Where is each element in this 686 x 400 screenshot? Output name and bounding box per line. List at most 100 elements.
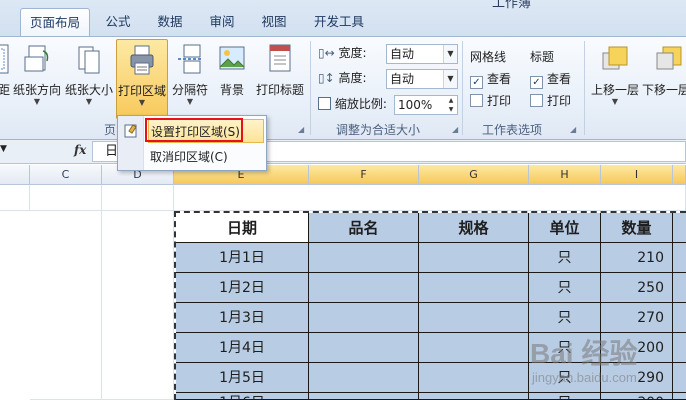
- table-cell-date[interactable]: 1月4日: [176, 333, 309, 363]
- table-cell-date[interactable]: 1月3日: [176, 303, 309, 333]
- grid-cell[interactable]: [102, 185, 174, 211]
- print-area-label: 打印区域: [117, 84, 166, 98]
- checkbox-checked-icon[interactable]: ✓: [470, 76, 483, 89]
- send-backward-button[interactable]: 下移一层: [642, 39, 686, 119]
- table-cell-unit[interactable]: 只: [529, 333, 601, 363]
- table-cell-qty[interactable]: 210: [601, 243, 673, 273]
- table-cell[interactable]: [309, 273, 419, 303]
- table-cell[interactable]: [673, 393, 686, 400]
- table-cell-qty[interactable]: 250: [601, 273, 673, 303]
- table-cell[interactable]: [419, 393, 529, 400]
- table-cell-unit[interactable]: 只: [529, 243, 601, 273]
- table-cell-date[interactable]: 1月5日: [176, 363, 309, 393]
- table-cell[interactable]: [673, 333, 686, 363]
- width-dropdown[interactable]: 自动 ▼: [386, 44, 458, 64]
- column-header-j[interactable]: [673, 165, 686, 185]
- table-cell-qty[interactable]: 300: [601, 393, 673, 400]
- ribbon: 边距 纸张方向 ▼ 纸张大小 ▼ 打印区域 ▼ 分隔符 ▼ 背景 打印标题 页 …: [0, 36, 686, 140]
- table-cell[interactable]: [419, 363, 529, 393]
- checkbox-unchecked-icon[interactable]: [470, 94, 483, 107]
- tab-data[interactable]: 数据: [148, 8, 192, 36]
- table-cell-date[interactable]: 1月1日: [176, 243, 309, 273]
- gridlines-view-checkbox[interactable]: ✓ 查看: [470, 69, 511, 89]
- grid-cell[interactable]: [174, 185, 686, 211]
- table-header-product[interactable]: 品名: [309, 213, 419, 243]
- headings-print-checkbox[interactable]: 打印: [530, 91, 571, 111]
- grid-cell[interactable]: [0, 185, 30, 211]
- table-cell-qty[interactable]: 200: [601, 333, 673, 363]
- margins-button[interactable]: 边距: [0, 39, 10, 119]
- table-cell-unit[interactable]: 只: [529, 303, 601, 333]
- table-cell[interactable]: [673, 243, 686, 273]
- dialog-launcher-icon[interactable]: ◢: [452, 125, 458, 134]
- bring-forward-label: 上移一层: [590, 83, 639, 97]
- bring-forward-button[interactable]: 上移一层 ▼: [588, 39, 642, 119]
- tab-view[interactable]: 视图: [252, 8, 296, 36]
- table-cell[interactable]: [309, 393, 419, 400]
- table-cell[interactable]: [309, 363, 419, 393]
- table-cell-date[interactable]: 1月2日: [176, 273, 309, 303]
- table-cell-unit[interactable]: 只: [529, 393, 601, 400]
- table-cell[interactable]: [419, 273, 529, 303]
- table-cell[interactable]: [309, 333, 419, 363]
- table-cell[interactable]: [419, 243, 529, 273]
- table-header-unit[interactable]: 单位: [529, 213, 601, 243]
- table-cell-qty[interactable]: 290: [601, 363, 673, 393]
- chevron-down-icon[interactable]: ▼: [443, 70, 457, 88]
- column-header-i[interactable]: I: [601, 165, 673, 185]
- tab-formulas[interactable]: 公式: [96, 8, 140, 36]
- table-cell[interactable]: [673, 363, 686, 393]
- table-cell-unit[interactable]: 只: [529, 363, 601, 393]
- spinner-arrows-icon[interactable]: ▲ ▼: [445, 96, 457, 114]
- table-cell[interactable]: [673, 213, 686, 243]
- table-header-date[interactable]: 日期: [176, 213, 309, 243]
- table-cell[interactable]: [309, 303, 419, 333]
- table-header-qty[interactable]: 数量: [601, 213, 673, 243]
- tab-review[interactable]: 审阅: [200, 8, 244, 36]
- orientation-button[interactable]: 纸张方向 ▼: [12, 39, 62, 119]
- dialog-launcher-icon[interactable]: ◢: [298, 125, 304, 134]
- select-all-corner[interactable]: [0, 165, 30, 185]
- column-header-h[interactable]: H: [529, 165, 601, 185]
- tab-developer[interactable]: 开发工具: [304, 8, 374, 36]
- column-header-g[interactable]: G: [419, 165, 529, 185]
- headings-heading: 标题: [530, 50, 555, 64]
- checkbox-checked-icon[interactable]: ✓: [530, 76, 543, 89]
- insert-function-icon[interactable]: fx: [74, 143, 86, 157]
- clear-print-area-label: 取消印区域(C): [150, 150, 228, 164]
- grid-cell[interactable]: [30, 211, 102, 400]
- chevron-down-icon[interactable]: ▼: [443, 45, 457, 63]
- column-header-f[interactable]: F: [309, 165, 419, 185]
- gridlines-print-checkbox[interactable]: 打印: [470, 91, 511, 111]
- height-dropdown[interactable]: 自动 ▼: [386, 69, 458, 89]
- paper-size-label: 纸张大小: [64, 83, 113, 97]
- checkbox-unchecked-icon[interactable]: [530, 94, 543, 107]
- table-header-spec[interactable]: 规格: [419, 213, 529, 243]
- headings-view-checkbox[interactable]: ✓ 查看: [530, 69, 571, 89]
- chevron-down-icon: ▼: [186, 97, 194, 106]
- breaks-button[interactable]: 分隔符 ▼: [170, 39, 210, 119]
- grid-cell[interactable]: [30, 185, 102, 211]
- background-button[interactable]: 背景: [212, 39, 252, 119]
- width-label: 宽度:: [338, 46, 367, 60]
- table-cell[interactable]: [419, 303, 529, 333]
- tab-page-layout[interactable]: 页面布局: [20, 8, 90, 37]
- paper-size-button[interactable]: 纸张大小 ▼: [64, 39, 114, 119]
- table-cell[interactable]: [673, 303, 686, 333]
- scale-spinner[interactable]: 100% ▲ ▼: [394, 95, 458, 115]
- clear-print-area-menu-item[interactable]: 取消印区域(C): [148, 145, 264, 169]
- name-box-dropdown-icon[interactable]: ▼: [0, 144, 7, 154]
- table-cell-date[interactable]: 1月6日: [176, 393, 309, 400]
- chevron-down-icon: ▼: [33, 97, 41, 106]
- grid-cell[interactable]: [102, 211, 174, 400]
- print-titles-button[interactable]: 打印标题: [254, 39, 306, 119]
- page-setup-group-label: 页: [104, 123, 117, 137]
- table-cell-unit[interactable]: 只: [529, 273, 601, 303]
- table-cell[interactable]: [309, 243, 419, 273]
- table-cell[interactable]: [419, 333, 529, 363]
- column-header-c[interactable]: C: [30, 165, 102, 185]
- dialog-launcher-icon[interactable]: ◢: [570, 125, 576, 134]
- table-cell[interactable]: [673, 273, 686, 303]
- print-area-button[interactable]: 打印区域 ▼: [116, 39, 168, 119]
- table-cell-qty[interactable]: 270: [601, 303, 673, 333]
